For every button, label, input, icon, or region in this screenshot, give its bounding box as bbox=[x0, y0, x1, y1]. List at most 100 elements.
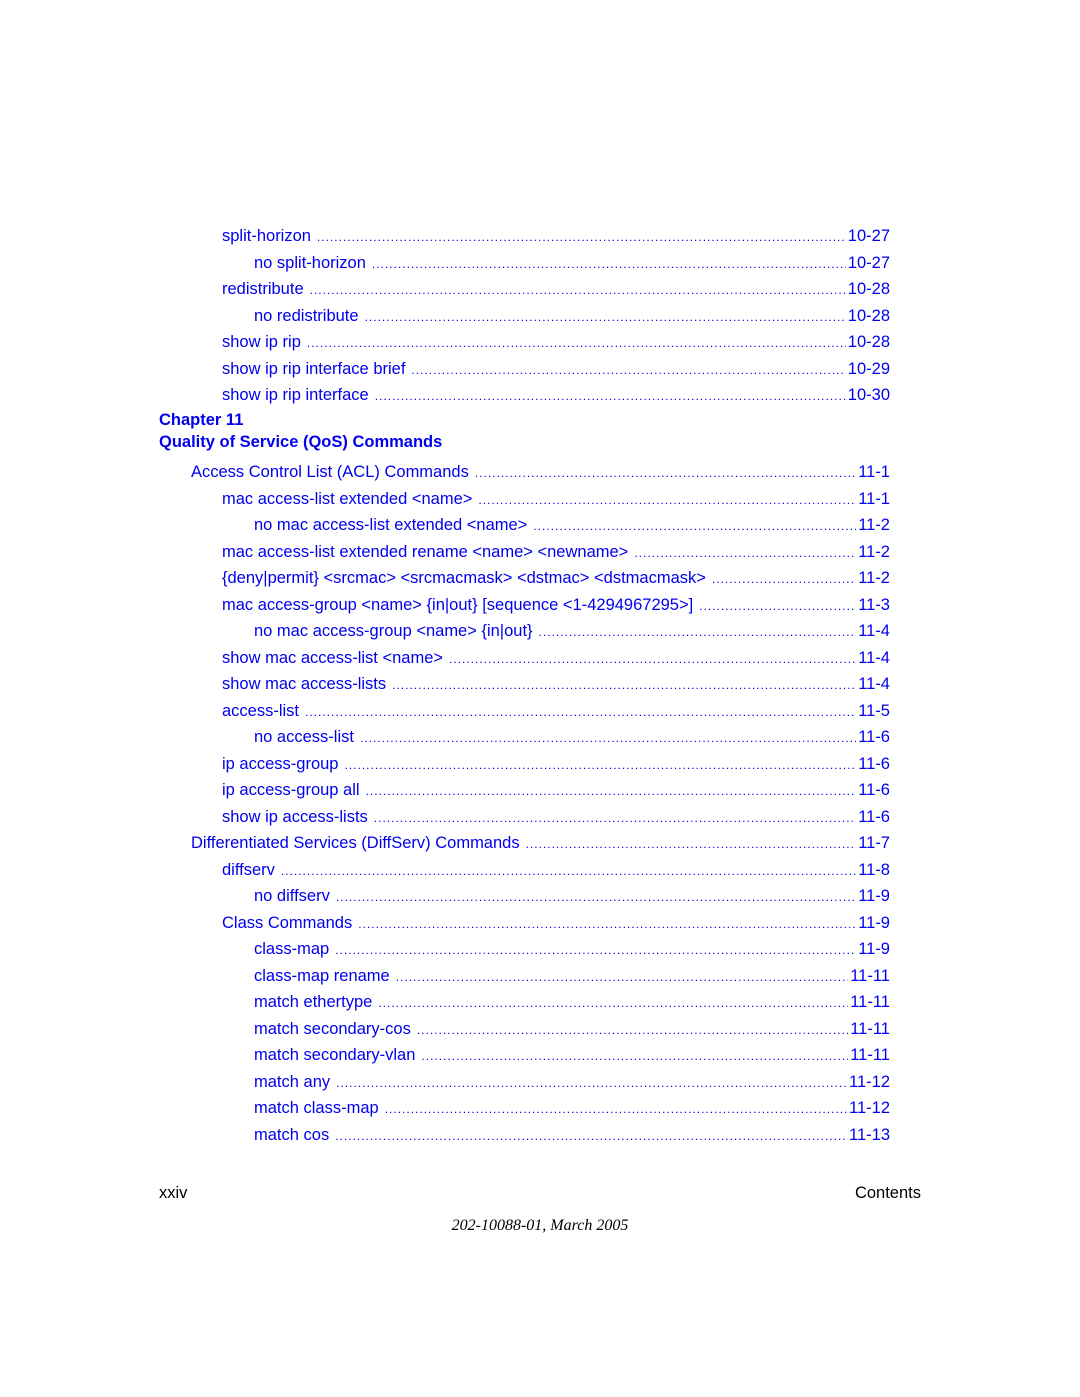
toc-entry[interactable]: class-map 11-9 bbox=[254, 937, 890, 961]
toc-entry-page: 11-3 bbox=[858, 595, 890, 614]
toc-entry-page: 11-9 bbox=[858, 887, 890, 905]
toc-entry-label: match class-map bbox=[254, 1099, 379, 1117]
dot-leader bbox=[336, 1071, 847, 1094]
toc-entry-page: 11-12 bbox=[849, 1072, 890, 1091]
footer-document-id: 202-10088-01, March 2005 bbox=[451, 1217, 629, 1234]
dot-leader bbox=[360, 726, 856, 749]
toc-entry-label: no mac access-group <name> {in|out} bbox=[254, 622, 533, 640]
toc-entry[interactable]: access-list 11-5 bbox=[222, 699, 890, 723]
toc-entry[interactable]: match secondary-cos 11-11 bbox=[254, 1017, 890, 1041]
toc-entry-label: show ip rip bbox=[222, 333, 301, 351]
toc-entry-label: show ip rip interface brief bbox=[222, 359, 406, 378]
toc-entry-page: 11-1 bbox=[858, 463, 890, 481]
dot-leader bbox=[344, 753, 856, 776]
toc-entry[interactable]: no diffserv 11-9 bbox=[254, 884, 890, 908]
dot-leader bbox=[372, 252, 846, 275]
dot-leader bbox=[281, 859, 856, 882]
toc-entry-label: split-horizon bbox=[222, 227, 311, 245]
toc-entry[interactable]: {deny|permit} <srcmac> <srcmacmask> <dst… bbox=[222, 566, 890, 590]
dot-leader bbox=[365, 305, 846, 328]
toc-entry[interactable]: show ip rip interface brief 10-29 bbox=[222, 357, 890, 381]
dot-leader bbox=[307, 331, 846, 354]
dot-leader bbox=[712, 567, 856, 590]
toc-entry-label: no redistribute bbox=[254, 306, 359, 325]
toc-entry-label: match secondary-cos bbox=[254, 1019, 411, 1038]
chapter-number[interactable]: Chapter 11 bbox=[159, 409, 243, 431]
toc-entry-label: show ip access-lists bbox=[222, 807, 368, 826]
toc-entry[interactable]: show ip access-lists 11-6 bbox=[222, 805, 890, 829]
toc-entry-page: 11-11 bbox=[850, 1019, 890, 1038]
toc-entry-page: 11-11 bbox=[850, 1046, 890, 1064]
toc-entry-page: 10-28 bbox=[847, 306, 890, 325]
toc-entry[interactable]: no mac access-list extended <name> 11-2 bbox=[254, 513, 890, 537]
toc-entry[interactable]: no access-list 11-6 bbox=[254, 725, 890, 749]
toc-entry-page: 11-4 bbox=[858, 622, 890, 640]
toc-entry[interactable]: match class-map 11-12 bbox=[254, 1096, 890, 1120]
toc-entry[interactable]: no mac access-group <name> {in|out} 11-4 bbox=[254, 619, 890, 643]
toc-entry-label: Class Commands bbox=[222, 913, 353, 932]
toc-entry[interactable]: show mac access-list <name> 11-4 bbox=[222, 646, 890, 670]
toc-entry-page: 11-4 bbox=[858, 675, 890, 693]
toc-entry[interactable]: match cos 11-13 bbox=[254, 1123, 890, 1147]
toc-entry[interactable]: ip access-group all 11-6 bbox=[222, 778, 890, 802]
toc-entry[interactable]: Class Commands 11-9 bbox=[222, 911, 890, 935]
toc-entry-label: access-list bbox=[222, 701, 300, 720]
toc-entry-page: 11-6 bbox=[858, 728, 890, 746]
toc-entry-label: match cos bbox=[254, 1125, 330, 1144]
toc-entry[interactable]: mac access-list extended <name> 11-1 bbox=[222, 487, 890, 511]
toc-entry-label: ip access-group all bbox=[222, 781, 360, 799]
toc-entry-label: mac access-list extended rename <name> <… bbox=[222, 542, 629, 561]
toc-entry[interactable]: mac access-group <name> {in|out} [sequen… bbox=[222, 593, 890, 617]
dot-leader bbox=[305, 700, 856, 723]
dot-leader bbox=[336, 885, 856, 908]
toc-entry[interactable]: no redistribute 10-28 bbox=[254, 304, 890, 328]
toc-entry[interactable]: match any 11-12 bbox=[254, 1070, 890, 1094]
toc-entry[interactable]: match secondary-vlan 11-11 bbox=[254, 1043, 890, 1067]
toc-entry-label: {deny|permit} <srcmac> <srcmacmask> <dst… bbox=[222, 569, 706, 587]
toc-entry-page: 11-11 bbox=[850, 966, 890, 985]
toc-entry[interactable]: show ip rip 10-28 bbox=[222, 330, 890, 354]
toc-entry[interactable]: show mac access-lists 11-4 bbox=[222, 672, 890, 696]
toc-entry[interactable]: split-horizon 10-27 bbox=[222, 224, 890, 248]
toc-entry-page: 11-9 bbox=[858, 940, 890, 958]
dot-leader bbox=[421, 1044, 848, 1067]
toc-entry[interactable]: ip access-group 11-6 bbox=[222, 752, 890, 776]
chapter-title[interactable]: Quality of Service (QoS) Commands bbox=[159, 431, 442, 453]
dot-leader bbox=[335, 1124, 847, 1147]
toc-entry-label: mac access-group <name> {in|out} [sequen… bbox=[222, 595, 694, 614]
toc-entry[interactable]: show ip rip interface 10-30 bbox=[222, 383, 890, 407]
toc-entry-page: 10-28 bbox=[847, 280, 890, 298]
toc-entry[interactable]: no split-horizon 10-27 bbox=[254, 251, 890, 275]
toc-entry[interactable]: diffserv 11-8 bbox=[222, 858, 890, 882]
toc-entry-page: 11-1 bbox=[858, 489, 890, 508]
toc-entry[interactable]: Differentiated Services (DiffServ) Comma… bbox=[191, 831, 890, 855]
toc-entry-label: show ip rip interface bbox=[222, 386, 369, 404]
toc-entry[interactable]: Access Control List (ACL) Commands 11-1 bbox=[191, 460, 890, 484]
toc-entry-page: 11-6 bbox=[858, 807, 890, 826]
toc-entry[interactable]: redistribute 10-28 bbox=[222, 277, 890, 301]
dot-leader bbox=[385, 1097, 847, 1120]
toc-entry[interactable]: match ethertype 11-11 bbox=[254, 990, 890, 1014]
toc-entry-label: match ethertype bbox=[254, 993, 373, 1011]
toc-entry-label: no split-horizon bbox=[254, 253, 366, 272]
dot-leader bbox=[396, 965, 849, 988]
toc-entry-page: 11-8 bbox=[858, 860, 890, 879]
toc-entry-page: 11-13 bbox=[849, 1125, 890, 1144]
toc-entry-page: 11-2 bbox=[858, 516, 890, 534]
dot-leader bbox=[335, 938, 856, 961]
dot-leader bbox=[417, 1018, 848, 1041]
toc-entry-page: 11-2 bbox=[858, 542, 890, 561]
toc-entry-page: 10-30 bbox=[847, 386, 890, 404]
toc-entry-label: mac access-list extended <name> bbox=[222, 489, 473, 508]
dot-leader bbox=[699, 594, 856, 617]
toc-entry-page: 11-6 bbox=[858, 754, 890, 773]
toc-entry[interactable]: mac access-list extended rename <name> <… bbox=[222, 540, 890, 564]
toc-entry-page: 11-7 bbox=[858, 834, 890, 852]
toc-entry-page: 10-27 bbox=[847, 253, 890, 272]
dot-leader bbox=[392, 673, 856, 696]
toc-entry[interactable]: class-map rename 11-11 bbox=[254, 964, 890, 988]
toc-entry-page: 11-6 bbox=[858, 781, 890, 799]
dot-leader bbox=[374, 806, 856, 829]
toc-entry-label: show mac access-lists bbox=[222, 675, 387, 693]
footer-page-number: xxiv bbox=[159, 1184, 188, 1202]
